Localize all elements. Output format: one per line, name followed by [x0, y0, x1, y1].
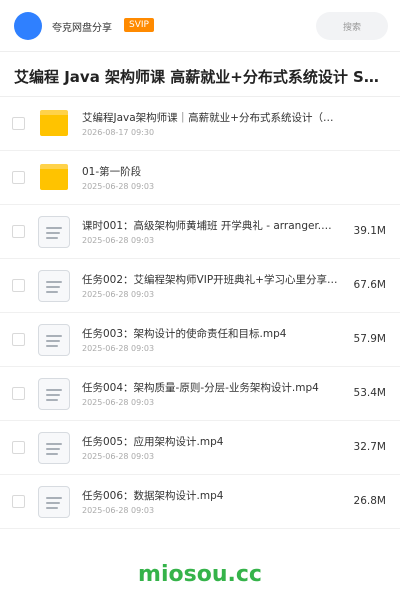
- file-size: 57.9M: [353, 333, 386, 345]
- list-item[interactable]: 课时001：高级架构师黄埔班 开学典礼 - arranger.mp4 2025-…: [0, 205, 400, 259]
- site-name: 夸克网盘分享: [52, 23, 112, 34]
- file-date: 2025-06-28 09:03: [82, 344, 155, 353]
- folder-title: 艾编程 Java 架构师课 高薪就业+分布式系统设计 Spring: [14, 68, 388, 86]
- svip-badge: SVIP: [124, 18, 154, 32]
- row-checkbox[interactable]: [12, 117, 25, 130]
- list-item[interactable]: 01-第一阶段 2025-06-28 09:03: [0, 151, 400, 205]
- video-file-icon: [38, 378, 70, 410]
- header: 夸克网盘分享 SVIP 搜索: [0, 0, 400, 52]
- file-date: 2025-06-28 09:03: [82, 452, 155, 461]
- row-checkbox[interactable]: [12, 171, 25, 184]
- file-size: 39.1M: [353, 225, 386, 237]
- file-size: 26.8M: [353, 495, 386, 507]
- file-date: 2025-06-28 09:03: [82, 182, 155, 191]
- file-name: 任务006：数据架构设计.mp4: [82, 490, 224, 502]
- file-date: 2025-06-28 09:03: [82, 290, 155, 299]
- file-date: 2025-06-28 09:03: [82, 398, 155, 407]
- file-name: 课时001：高级架构师黄埔班 开学典礼 - arranger.mp4: [82, 220, 338, 232]
- video-file-icon: [38, 432, 70, 464]
- file-name: 任务003：架构设计的使命责任和目标.mp4: [82, 328, 287, 340]
- row-checkbox[interactable]: [12, 225, 25, 238]
- video-file-icon: [38, 324, 70, 356]
- share-page: 夸克网盘分享 SVIP 搜索 艾编程 Java 架构师课 高薪就业+分布式系统设…: [0, 0, 400, 600]
- list-item[interactable]: 艾编程Java架构师课｜高薪就业+分布式系统设计（Spring全家桶） 2026…: [0, 97, 400, 151]
- list-item[interactable]: 任务006：数据架构设计.mp4 2025-06-28 09:03 26.8M: [0, 475, 400, 529]
- folder-icon: [38, 108, 70, 140]
- file-date: 2026-08-17 09:30: [82, 128, 155, 137]
- search-button[interactable]: 搜索: [316, 12, 388, 40]
- video-file-icon: [38, 216, 70, 248]
- row-checkbox[interactable]: [12, 279, 25, 292]
- video-file-icon: [38, 486, 70, 518]
- file-size: 67.6M: [353, 279, 386, 291]
- file-date: 2025-06-28 09:03: [82, 236, 155, 245]
- list-item[interactable]: 任务002：艾编程架构师VIP开班典礼+学习心里分享.mp4 2025-06-2…: [0, 259, 400, 313]
- file-name: 艾编程Java架构师课｜高薪就业+分布式系统设计（Spring全家桶）: [82, 112, 338, 124]
- file-size: 53.4M: [353, 387, 386, 399]
- video-file-icon: [38, 270, 70, 302]
- file-name: 任务002：艾编程架构师VIP开班典礼+学习心里分享.mp4: [82, 274, 338, 286]
- avatar[interactable]: [14, 12, 42, 40]
- file-size: 32.7M: [353, 441, 386, 453]
- file-name: 任务004：架构质量-原则-分层-业务架构设计.mp4: [82, 382, 319, 394]
- list-item[interactable]: 任务005：应用架构设计.mp4 2025-06-28 09:03 32.7M: [0, 421, 400, 475]
- watermark: miosou.cc: [138, 562, 262, 587]
- folder-icon: [38, 162, 70, 194]
- row-checkbox[interactable]: [12, 441, 25, 454]
- file-name: 任务005：应用架构设计.mp4: [82, 436, 224, 448]
- file-list: 艾编程Java架构师课｜高薪就业+分布式系统设计（Spring全家桶） 2026…: [0, 97, 400, 529]
- list-item[interactable]: 任务003：架构设计的使命责任和目标.mp4 2025-06-28 09:03 …: [0, 313, 400, 367]
- list-item[interactable]: 任务004：架构质量-原则-分层-业务架构设计.mp4 2025-06-28 0…: [0, 367, 400, 421]
- file-date: 2025-06-28 09:03: [82, 506, 155, 515]
- file-name: 01-第一阶段: [82, 166, 142, 178]
- row-checkbox[interactable]: [12, 387, 25, 400]
- row-checkbox[interactable]: [12, 333, 25, 346]
- row-checkbox[interactable]: [12, 495, 25, 508]
